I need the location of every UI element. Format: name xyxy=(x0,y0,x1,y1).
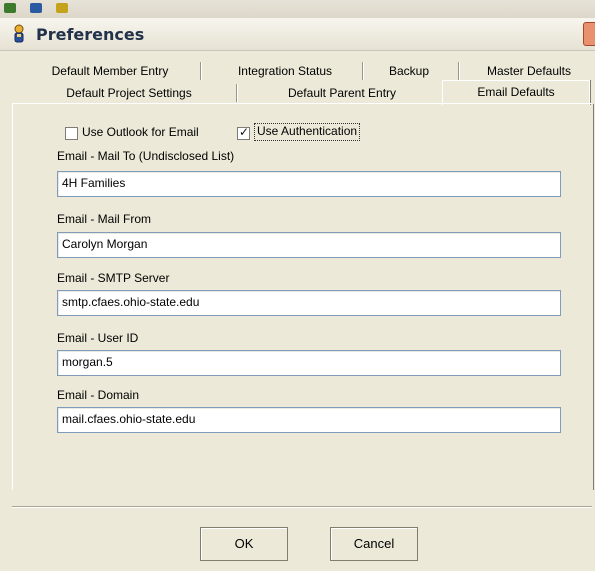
tab-default-project-settings[interactable]: Default Project Settings xyxy=(40,82,218,104)
mail-to-value: 4H Families xyxy=(62,176,126,190)
ok-button[interactable]: OK xyxy=(200,527,288,561)
tab-default-parent-entry[interactable]: Default Parent Entry xyxy=(258,82,426,104)
preferences-app-icon xyxy=(10,24,28,44)
user-id-label: Email - User ID xyxy=(57,331,139,345)
footer-divider xyxy=(12,506,592,507)
smtp-server-input[interactable]: smtp.cfaes.ohio-state.edu xyxy=(57,290,561,316)
user-id-input[interactable]: morgan.5 xyxy=(57,350,561,376)
use-authentication-focus: Use Authentication xyxy=(254,123,361,141)
tab-separator xyxy=(458,62,459,80)
close-icon[interactable] xyxy=(583,22,595,46)
mail-from-value: Carolyn Morgan xyxy=(62,237,148,251)
tab-separator xyxy=(236,84,237,102)
tab-separator xyxy=(362,62,363,80)
tab-email-defaults[interactable]: Email Defaults xyxy=(442,80,590,105)
checkmark-icon: ✓ xyxy=(239,125,250,139)
cancel-button[interactable]: Cancel xyxy=(330,527,418,561)
smtp-server-value: smtp.cfaes.ohio-state.edu xyxy=(62,295,200,309)
domain-value: mail.cfaes.ohio-state.edu xyxy=(62,412,196,426)
domain-label: Email - Domain xyxy=(57,388,140,402)
tab-separator xyxy=(200,62,201,80)
user-id-value: morgan.5 xyxy=(62,355,113,369)
tab-master-defaults[interactable]: Master Defaults xyxy=(468,60,590,82)
use-authentication-label: Use Authentication xyxy=(257,124,358,138)
tab-backup[interactable]: Backup xyxy=(368,60,450,82)
use-outlook-label: Use Outlook for Email xyxy=(82,125,199,139)
mail-to-label: Email - Mail To (Undisclosed List) xyxy=(57,149,235,163)
use-authentication-checkbox[interactable]: ✓ xyxy=(237,125,250,140)
mail-from-label: Email - Mail From xyxy=(57,212,152,226)
mail-from-input[interactable]: Carolyn Morgan xyxy=(57,232,561,258)
background-toolbar-icons xyxy=(4,2,204,14)
tab-integration-status[interactable]: Integration Status xyxy=(210,60,360,82)
domain-input[interactable]: mail.cfaes.ohio-state.edu xyxy=(57,407,561,433)
use-outlook-checkbox[interactable] xyxy=(65,127,78,140)
smtp-server-label: Email - SMTP Server xyxy=(57,271,170,285)
tab-default-member-entry[interactable]: Default Member Entry xyxy=(30,60,190,82)
dialog-title: Preferences xyxy=(36,25,145,44)
mail-to-input[interactable]: 4H Families xyxy=(57,171,561,197)
